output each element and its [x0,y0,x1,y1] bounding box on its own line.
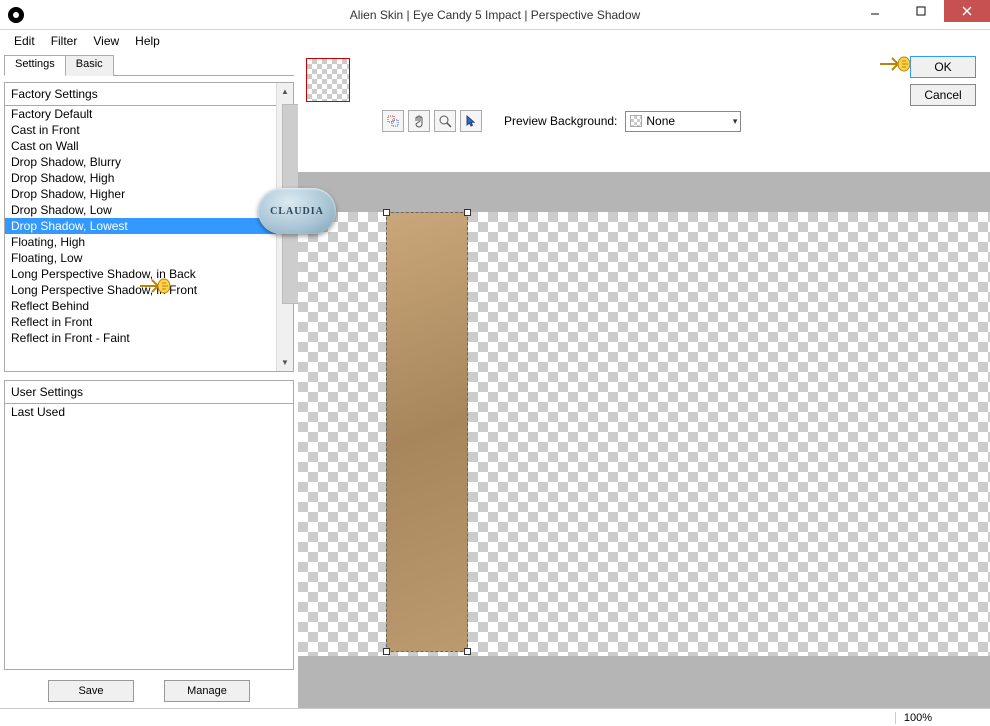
scroll-up-icon[interactable]: ▲ [277,83,293,100]
factory-item[interactable]: Reflect Behind [5,298,293,314]
preview-bg-label: Preview Background: [504,114,617,128]
ok-button[interactable]: OK [910,56,976,78]
factory-item-overflow [5,346,293,352]
minimize-button[interactable] [852,0,898,22]
statusbar: 100% [0,708,990,726]
factory-item[interactable]: Reflect in Front - Faint [5,330,293,346]
save-button[interactable]: Save [48,680,134,702]
watermark-badge: CLAUDIA [258,188,336,234]
factory-item[interactable]: Floating, Low [5,250,293,266]
tabs: Settings Basic [4,54,294,76]
user-settings-list: User Settings Last Used [4,380,294,670]
preview-gray-bottom [298,656,990,708]
handle-bottom-left[interactable] [383,648,390,655]
thumbnail-strip [298,52,990,106]
preview-object[interactable] [386,212,468,652]
preview-bg-select[interactable]: None ▾ [625,111,741,132]
tab-settings[interactable]: Settings [4,55,66,76]
factory-item[interactable]: Drop Shadow, Higher [5,186,293,202]
factory-item[interactable]: Drop Shadow, Blurry [5,154,293,170]
handle-top-right[interactable] [464,209,471,216]
preview-gray-top [298,172,990,212]
factory-header: Factory Settings [5,83,293,106]
user-item[interactable]: Last Used [5,404,293,420]
factory-item[interactable]: Long Perspective Shadow, in Front [5,282,293,298]
menubar: Edit Filter View Help [0,30,990,52]
preview-canvas[interactable] [298,212,990,656]
factory-item[interactable]: Reflect in Front [5,314,293,330]
menu-edit[interactable]: Edit [6,32,43,50]
transparency-swatch-icon [630,115,642,127]
preview-panel: Preview Background: None ▾ OK Cancel [298,52,990,708]
hand-tool-icon[interactable] [408,110,430,132]
close-button[interactable] [944,0,990,22]
app-icon [8,7,24,23]
factory-settings-list: Factory Settings Factory DefaultCast in … [4,82,294,372]
factory-item[interactable]: Factory Default [5,106,293,122]
preview-toolbar: Preview Background: None ▾ [298,106,990,138]
menu-help[interactable]: Help [127,32,168,50]
zoom-level: 100% [895,712,940,724]
menu-view[interactable]: View [85,32,127,50]
tab-basic[interactable]: Basic [65,55,114,76]
factory-item[interactable]: Drop Shadow, High [5,170,293,186]
factory-item[interactable]: Cast on Wall [5,138,293,154]
window-title: Alien Skin | Eye Candy 5 Impact | Perspe… [350,8,640,22]
factory-item[interactable]: Long Perspective Shadow, in Back [5,266,293,282]
user-header: User Settings [5,381,293,404]
handle-top-left[interactable] [383,209,390,216]
thumbnail[interactable] [306,58,350,102]
menu-filter[interactable]: Filter [43,32,86,50]
settings-panel: Settings Basic Factory Settings Factory … [0,52,298,708]
factory-item[interactable]: Drop Shadow, Low [5,202,293,218]
chevron-down-icon: ▾ [733,116,738,127]
handle-bottom-right[interactable] [464,648,471,655]
selection-tool-icon[interactable] [382,110,404,132]
preview-bg-value: None [646,114,675,128]
factory-item[interactable]: Drop Shadow, Lowest [5,218,293,234]
titlebar: Alien Skin | Eye Candy 5 Impact | Perspe… [0,0,990,30]
factory-item[interactable]: Floating, High [5,234,293,250]
zoom-tool-icon[interactable] [434,110,456,132]
scroll-down-icon[interactable]: ▼ [277,354,293,371]
manage-button[interactable]: Manage [164,680,250,702]
factory-item[interactable]: Cast in Front [5,122,293,138]
maximize-button[interactable] [898,0,944,22]
cancel-button[interactable]: Cancel [910,84,976,106]
pointer-tool-icon[interactable] [460,110,482,132]
